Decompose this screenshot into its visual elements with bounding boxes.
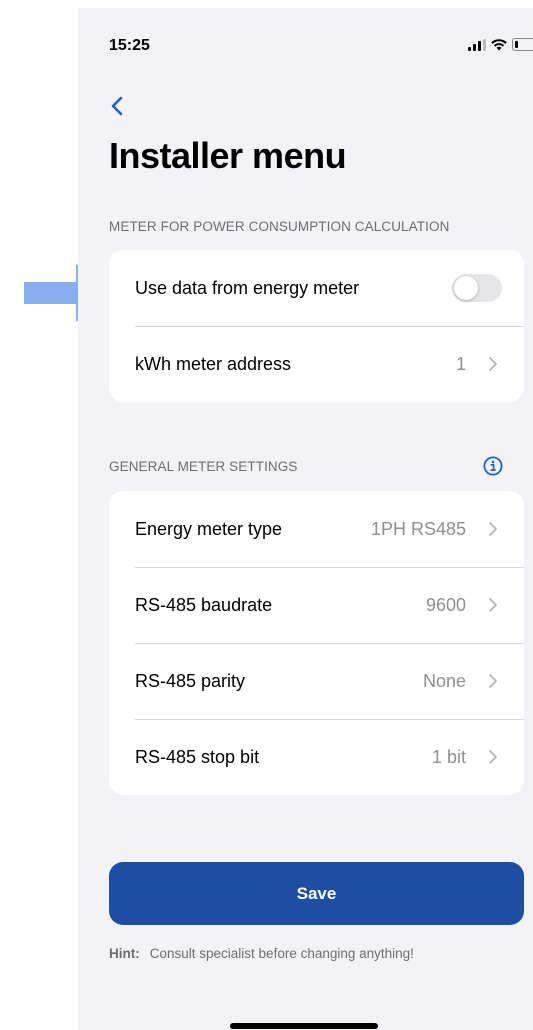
chevron-right-icon bbox=[489, 750, 497, 764]
kwh-meter-address-label: kWh meter address bbox=[135, 353, 292, 374]
wifi-icon bbox=[491, 38, 507, 50]
row-value: 9600 bbox=[425, 594, 466, 615]
use-energy-meter-label: Use data from energy meter bbox=[135, 277, 360, 298]
status-icons bbox=[468, 38, 533, 51]
info-circle-icon[interactable] bbox=[483, 456, 503, 476]
row-label: Energy meter type bbox=[135, 518, 283, 539]
rs485-baudrate-row[interactable]: RS-485 baudrate 9600 bbox=[109, 567, 524, 643]
row-label: RS-485 baudrate bbox=[135, 594, 273, 615]
section-header-meter-power: METER FOR POWER CONSUMPTION CALCULATION bbox=[109, 219, 450, 234]
phone-screen: 15:25 Installer menu METER FOR POWER CON… bbox=[78, 8, 533, 1030]
row-value: 1PH RS485 bbox=[370, 518, 466, 539]
back-button[interactable] bbox=[106, 91, 130, 121]
home-indicator[interactable] bbox=[230, 1023, 378, 1029]
row-label: RS-485 stop bit bbox=[135, 746, 260, 767]
meter-power-card: Use data from energy meter kWh meter add… bbox=[109, 250, 524, 402]
row-label: RS-485 parity bbox=[135, 670, 246, 691]
row-value: None bbox=[422, 670, 466, 691]
rs485-stop-bit-row[interactable]: RS-485 stop bit 1 bit bbox=[109, 719, 524, 795]
status-time: 15:25 bbox=[109, 37, 150, 54]
use-energy-meter-toggle[interactable] bbox=[452, 274, 502, 302]
save-button[interactable]: Save bbox=[109, 862, 524, 925]
chevron-right-icon bbox=[489, 357, 497, 371]
hint-text: Consult specialist before changing anyth… bbox=[149, 946, 414, 961]
chevron-right-icon bbox=[489, 522, 497, 536]
toggle-knob bbox=[454, 276, 478, 300]
chevron-right-icon bbox=[489, 598, 497, 612]
energy-meter-type-row[interactable]: Energy meter type 1PH RS485 bbox=[109, 491, 524, 567]
hint-label: Hint: bbox=[109, 946, 140, 961]
cellular-signal-icon bbox=[468, 38, 486, 51]
row-value: 1 bit bbox=[431, 746, 466, 767]
use-energy-meter-row: Use data from energy meter bbox=[109, 250, 524, 326]
hint: Hint: Consult specialist before changing … bbox=[109, 946, 414, 961]
status-bar: 15:25 bbox=[78, 8, 533, 78]
section-header-general: GENERAL METER SETTINGS bbox=[109, 459, 298, 474]
chevron-right-icon bbox=[489, 674, 497, 688]
kwh-meter-address-row[interactable]: kWh meter address 1 bbox=[109, 326, 524, 402]
battery-icon bbox=[512, 38, 533, 51]
rs485-parity-row[interactable]: RS-485 parity None bbox=[109, 643, 524, 719]
kwh-meter-address-value: 1 bbox=[455, 353, 466, 374]
general-settings-card: Energy meter type 1PH RS485 RS-485 baudr… bbox=[109, 491, 524, 795]
page-title: Installer menu bbox=[109, 135, 347, 176]
